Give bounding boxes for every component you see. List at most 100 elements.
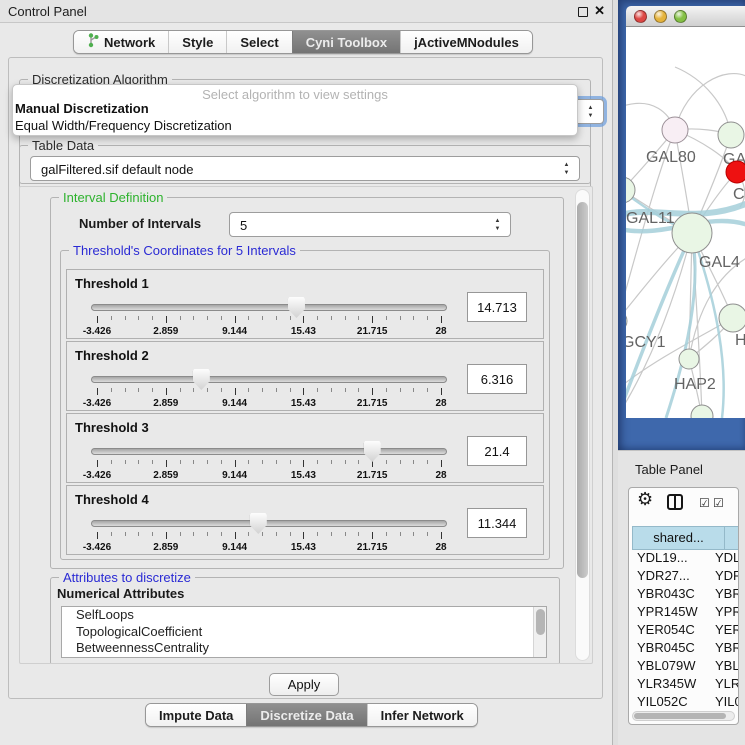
threshold-value-field[interactable] [467, 292, 527, 322]
axis-tick [317, 316, 318, 320]
axis-tick-label: 2.859 [153, 398, 178, 409]
interval-definition-group: Interval Definition Number of Intervals … [50, 197, 564, 569]
network-node[interactable] [719, 304, 745, 332]
axis-tick [290, 316, 291, 320]
network-node[interactable] [718, 122, 744, 148]
network-graph: GAL80GACGAL11GAL4GCY1HHAP2 [626, 27, 745, 418]
split-columns-icon[interactable] [667, 494, 683, 510]
axis-tick [303, 532, 304, 539]
axis-tick [386, 460, 387, 464]
axis-tick [193, 532, 194, 536]
axis-tick [166, 388, 167, 395]
slider-thumb[interactable] [193, 369, 210, 390]
algorithm-option[interactable]: Equal Width/Frequency Discretization [15, 118, 232, 133]
table-row[interactable]: YIL052CYIL0 [629, 694, 738, 712]
network-node[interactable] [726, 161, 745, 183]
slider-track[interactable] [91, 448, 447, 455]
settings-scrollpane: Interval Definition Number of Intervals … [19, 186, 593, 664]
table-row[interactable]: YPR145WYPR1 [629, 604, 738, 622]
threshold-value-field[interactable] [467, 508, 527, 538]
threshold-slider[interactable]: -3.4262.8599.14415.4321.71528 [91, 368, 447, 410]
table-row[interactable]: YDL19...YDL1 [629, 550, 738, 568]
threshold-slider[interactable]: -3.4262.8599.14415.4321.71528 [91, 440, 447, 482]
table-horizontal-scrollbar[interactable] [632, 711, 735, 721]
attribute-item[interactable]: TopologicalCoefficient [62, 624, 546, 641]
threshold-slider[interactable]: -3.4262.8599.14415.4321.71528 [91, 296, 447, 338]
axis-tick [331, 532, 332, 536]
axis-tick-label: 15.43 [291, 326, 316, 337]
tab-select[interactable]: Select [226, 31, 291, 53]
number-of-intervals-combobox[interactable]: 5 ▲▼ [229, 212, 511, 237]
tab-discretize-data[interactable]: Discretize Data [246, 704, 366, 726]
attribute-item[interactable]: BetweennessCentrality [62, 640, 546, 657]
cell-shared-name: YDR27... [637, 568, 690, 583]
table-row[interactable]: YBR045CYBR0 [629, 640, 738, 658]
thresholds-group: Threshold's Coordinates for 5 Intervals … [60, 250, 550, 560]
slider-thumb[interactable] [364, 441, 381, 462]
float-window-icon[interactable] [578, 7, 588, 17]
network-node[interactable] [672, 213, 712, 253]
table-row[interactable]: YBR043CYBR0 [629, 586, 738, 604]
network-node[interactable] [662, 117, 688, 143]
tab-style[interactable]: Style [168, 31, 226, 53]
checkbox-icon[interactable]: ☑ [699, 496, 710, 510]
algorithm-option[interactable]: Manual Discretization [15, 101, 149, 116]
tab-label: Infer Network [381, 708, 464, 723]
axis-tick-label: 15.43 [291, 398, 316, 409]
close-traffic-light-icon[interactable] [634, 10, 647, 23]
slider-thumb[interactable] [250, 513, 267, 534]
axis-tick [317, 532, 318, 536]
attributes-scrollbar-thumb[interactable] [536, 609, 545, 635]
slider-track[interactable] [91, 520, 447, 527]
axis-tick [427, 460, 428, 464]
apply-button[interactable]: Apply [269, 673, 339, 696]
tab-impute-data[interactable]: Impute Data [146, 704, 246, 726]
zoom-traffic-light-icon[interactable] [674, 10, 687, 23]
column-header-name[interactable]: n... [725, 526, 739, 550]
threshold-slider[interactable]: -3.4262.8599.14415.4321.71528 [91, 512, 447, 554]
top-tab-bar: NetworkStyleSelectCyni ToolboxjActiveMNo… [73, 30, 533, 54]
network-node[interactable] [679, 349, 699, 369]
threshold-value-field[interactable] [467, 436, 527, 466]
network-node[interactable] [691, 405, 713, 418]
network-node[interactable] [626, 311, 627, 331]
slider-track[interactable] [91, 376, 447, 383]
table-row[interactable]: YER054CYER0 [629, 622, 738, 640]
numerical-attributes-list[interactable]: SelfLoopsTopologicalCoefficientBetweenne… [61, 606, 547, 658]
network-window-titlebar [626, 6, 745, 27]
settings-vertical-scrollbar[interactable] [575, 189, 590, 661]
slider-thumb[interactable] [288, 297, 305, 318]
attribute-item[interactable]: SelfLoops [62, 607, 546, 624]
tab-network[interactable]: Network [74, 31, 168, 53]
threshold-label: Threshold 3 [75, 420, 149, 435]
table-hscrollbar-thumb[interactable] [634, 713, 726, 719]
table-row[interactable]: YBL079WYBL0 [629, 658, 738, 676]
axis-tick [180, 460, 181, 464]
column-header-shared[interactable]: shared... [632, 526, 725, 550]
threshold-value-field[interactable] [467, 364, 527, 394]
axis-tick [372, 316, 373, 323]
cell-shared-name: YDL19... [637, 550, 688, 565]
settings-scrollbar-thumb[interactable] [577, 202, 588, 578]
table-data-combobox[interactable]: galFiltered.sif default node ▲▼ [30, 156, 580, 181]
axis-tick-label: 28 [435, 398, 446, 409]
network-canvas[interactable]: GAL80GACGAL11GAL4GCY1HHAP2 [626, 27, 745, 418]
tab-cyni-toolbox[interactable]: Cyni Toolbox [292, 31, 400, 53]
slider-track[interactable] [91, 304, 447, 311]
threshold-box: Threshold 2-3.4262.8599.14415.4321.71528 [66, 341, 544, 411]
table-row[interactable]: YLR345WYLR3 [629, 676, 738, 694]
tab-infer-network[interactable]: Infer Network [367, 704, 477, 726]
tab-jactivemnodules[interactable]: jActiveMNodules [400, 31, 532, 53]
close-icon[interactable]: ✕ [594, 3, 605, 19]
checkbox-icon[interactable]: ☑ [713, 496, 724, 510]
combo-arrows-icon: ▲▼ [562, 161, 571, 177]
cell-name: YDR2 [715, 568, 739, 583]
axis-tick [345, 460, 346, 464]
attributes-scrollbar[interactable] [533, 607, 546, 657]
axis-tick [331, 460, 332, 464]
axis-tick [262, 460, 263, 464]
axis-tick [358, 532, 359, 536]
minimize-traffic-light-icon[interactable] [654, 10, 667, 23]
table-row[interactable]: YDR27... YDR2 [629, 568, 738, 586]
gear-icon[interactable]: ⚙ [637, 489, 653, 510]
